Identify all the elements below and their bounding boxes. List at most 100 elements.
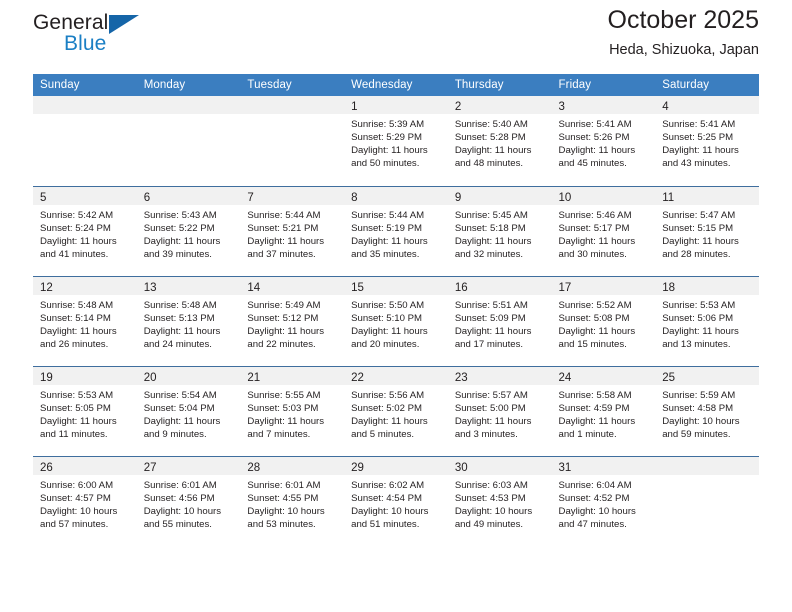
day-detail-block: Sunrise: 5:53 AM Sunset: 5:06 PM Daylight:… xyxy=(655,295,759,351)
calendar-day-cell[interactable]: 23 Sunrise: 5:57 AM Sunset: 5:00 PM Dayligh… xyxy=(447,365,552,456)
sunset-time: Sunset: 5:28 PM xyxy=(454,132,526,144)
day-detail-block: Sunrise: 5:52 AM Sunset: 5:08 PM Daylight:… xyxy=(552,295,656,351)
day-number-strip: 2 xyxy=(447,96,552,114)
day-number: 31 xyxy=(558,461,572,474)
day-number: 2 xyxy=(454,101,462,113)
daylight-duration-line2: and 53 minutes. xyxy=(247,518,316,530)
sunrise-time: Sunrise: 5:53 AM xyxy=(662,299,736,311)
calendar-day-cell[interactable]: 19 Sunrise: 5:53 AM Sunset: 5:05 PM Dayligh… xyxy=(33,365,137,456)
daylight-duration-line1: Daylight: 10 hours xyxy=(143,505,222,517)
sunset-time: Sunset: 4:54 PM xyxy=(351,492,423,504)
day-number-strip: 23 xyxy=(447,366,552,385)
calendar-day-cell[interactable]: 15 Sunrise: 5:50 AM Sunset: 5:10 PM Dayligh… xyxy=(344,275,448,366)
sunset-time: Sunset: 5:05 PM xyxy=(40,402,111,414)
sunset-time: Sunset: 4:55 PM xyxy=(247,492,319,504)
calendar-day-cell[interactable]: 11 Sunrise: 5:47 AM Sunset: 5:15 PM Dayligh… xyxy=(655,185,759,276)
calendar-day-cell[interactable]: 3 Sunrise: 5:41 AM Sunset: 5:26 PM Daylight… xyxy=(551,96,656,186)
weekday-header-row-group: Sunday Monday Tuesday Wednesday Thursday… xyxy=(33,74,759,96)
calendar-day-cell[interactable]: 12 Sunrise: 5:48 AM Sunset: 5:14 PM Dayligh… xyxy=(33,275,137,366)
sunset-time: Sunset: 4:57 PM xyxy=(40,492,111,504)
day-number-strip xyxy=(240,96,345,114)
calendar-day-cell[interactable]: 9 Sunrise: 5:45 AM Sunset: 5:18 PM Daylight… xyxy=(447,185,552,276)
day-detail-block: Sunrise: 5:48 AM Sunset: 5:13 PM Daylight:… xyxy=(137,295,241,351)
sunrise-time: Sunrise: 5:52 AM xyxy=(558,299,632,311)
daylight-duration-line2: and 17 minutes. xyxy=(454,338,524,350)
weekday-header-friday: Friday xyxy=(551,74,656,96)
calendar-day-cell[interactable]: 1 Sunrise: 5:39 AM Sunset: 5:29 PM Daylight… xyxy=(344,96,448,186)
sunset-time: Sunset: 4:59 PM xyxy=(558,402,630,414)
day-number: 7 xyxy=(247,191,254,204)
calendar-day-cell[interactable]: 28 Sunrise: 6:01 AM Sunset: 4:55 PM Dayligh… xyxy=(240,455,345,546)
calendar-day-cell[interactable]: 10 Sunrise: 5:46 AM Sunset: 5:17 PM Dayligh… xyxy=(551,185,656,276)
daylight-duration-line2: and 11 minutes. xyxy=(40,428,108,440)
weekday-header-monday: Monday xyxy=(136,74,241,96)
weekday-header-thursday: Thursday xyxy=(447,74,552,96)
day-detail-block: Sunrise: 5:45 AM Sunset: 5:18 PM Daylight:… xyxy=(448,205,552,261)
day-number: 4 xyxy=(662,101,669,113)
calendar-day-cell[interactable]: 20 Sunrise: 5:54 AM Sunset: 5:04 PM Dayligh… xyxy=(136,365,241,456)
day-number: 19 xyxy=(40,371,53,384)
sunset-time: Sunset: 5:24 PM xyxy=(40,222,111,234)
daylight-duration-line2: and 39 minutes. xyxy=(143,248,212,260)
day-number: 28 xyxy=(247,461,261,474)
calendar-day-cell[interactable]: 22 Sunrise: 5:56 AM Sunset: 5:02 PM Dayligh… xyxy=(344,365,448,456)
day-number-strip: 21 xyxy=(240,366,345,385)
day-detail-block: Sunrise: 5:43 AM Sunset: 5:22 PM Daylight:… xyxy=(137,205,241,261)
calendar-day-cell[interactable]: 24 Sunrise: 5:58 AM Sunset: 4:59 PM Dayligh… xyxy=(551,365,656,456)
calendar-day-cell[interactable]: 29 Sunrise: 6:02 AM Sunset: 4:54 PM Dayligh… xyxy=(344,455,448,546)
sunset-time: Sunset: 5:03 PM xyxy=(247,402,319,414)
calendar-day-cell[interactable]: 16 Sunrise: 5:51 AM Sunset: 5:09 PM Dayligh… xyxy=(447,275,552,366)
calendar-week-row: 19 Sunrise: 5:53 AM Sunset: 5:05 PM Dayligh… xyxy=(33,365,759,456)
day-number-strip: 14 xyxy=(240,276,345,295)
daylight-duration-line2: and 37 minutes. xyxy=(247,248,316,260)
calendar-day-cell[interactable]: 7 Sunrise: 5:44 AM Sunset: 5:21 PM Daylight… xyxy=(240,185,345,276)
sunrise-time: Sunrise: 6:04 AM xyxy=(558,479,632,491)
calendar-day-cell[interactable]: 21 Sunrise: 5:55 AM Sunset: 5:03 PM Dayligh… xyxy=(240,365,345,456)
daylight-duration-line2: and 13 minutes. xyxy=(662,338,731,350)
sunrise-time: Sunrise: 5:40 AM xyxy=(454,119,528,130)
calendar-day-cell[interactable]: 14 Sunrise: 5:49 AM Sunset: 5:12 PM Dayligh… xyxy=(240,275,345,366)
calendar-day-cell[interactable]: 18 Sunrise: 5:53 AM Sunset: 5:06 PM Dayligh… xyxy=(655,275,759,366)
calendar-day-cell[interactable]: 8 Sunrise: 5:44 AM Sunset: 5:19 PM Daylight… xyxy=(344,185,448,276)
day-number: 11 xyxy=(662,191,675,204)
day-detail-block xyxy=(33,114,137,118)
day-number-strip: 17 xyxy=(551,276,656,295)
day-detail-block: Sunrise: 5:49 AM Sunset: 5:12 PM Daylight:… xyxy=(240,295,344,351)
day-detail-block: Sunrise: 5:50 AM Sunset: 5:10 PM Daylight:… xyxy=(344,295,448,351)
day-detail-block: Sunrise: 5:44 AM Sunset: 5:21 PM Daylight:… xyxy=(240,205,344,261)
day-detail-block: Sunrise: 5:47 AM Sunset: 5:15 PM Daylight:… xyxy=(655,205,759,261)
calendar-day-cell[interactable]: 5 Sunrise: 5:42 AM Sunset: 5:24 PM Daylight… xyxy=(33,185,137,276)
day-detail-block: Sunrise: 6:04 AM Sunset: 4:52 PM Daylight:… xyxy=(552,475,656,531)
daylight-duration-line2: and 22 minutes. xyxy=(247,338,316,350)
calendar-day-cell[interactable]: 2 Sunrise: 5:40 AM Sunset: 5:28 PM Daylight… xyxy=(447,96,552,186)
daylight-duration-line1: Daylight: 10 hours xyxy=(351,505,429,517)
calendar-day-cell[interactable]: 4 Sunrise: 5:41 AM Sunset: 5:25 PM Daylight… xyxy=(655,96,759,186)
day-detail-block: Sunrise: 5:55 AM Sunset: 5:03 PM Daylight:… xyxy=(240,385,344,441)
day-detail-block: Sunrise: 5:41 AM Sunset: 5:26 PM Daylight:… xyxy=(552,114,656,170)
sunrise-time: Sunrise: 5:51 AM xyxy=(454,299,528,311)
day-number-strip: 11 xyxy=(655,186,759,205)
daylight-duration-line2: and 7 minutes. xyxy=(247,428,311,440)
daylight-duration-line1: Daylight: 11 hours xyxy=(558,325,636,337)
day-detail-block: Sunrise: 6:00 AM Sunset: 4:57 PM Daylight:… xyxy=(33,475,137,531)
day-number: 3 xyxy=(558,101,565,113)
calendar-day-cell[interactable]: 27 Sunrise: 6:01 AM Sunset: 4:56 PM Dayligh… xyxy=(136,455,241,546)
calendar-day-cell[interactable]: 26 Sunrise: 6:00 AM Sunset: 4:57 PM Dayligh… xyxy=(33,455,137,546)
calendar-day-cell[interactable]: 17 Sunrise: 5:52 AM Sunset: 5:08 PM Dayligh… xyxy=(551,275,656,366)
calendar-day-cell[interactable]: 31 Sunrise: 6:04 AM Sunset: 4:52 PM Dayligh… xyxy=(551,455,656,546)
day-number-strip: 25 xyxy=(655,366,759,385)
general-blue-logo[interactable]: General Blue xyxy=(33,12,213,60)
daylight-duration-line2: and 28 minutes. xyxy=(662,248,731,260)
calendar-week-row: 1 Sunrise: 5:39 AM Sunset: 5:29 PM Daylight… xyxy=(33,96,759,186)
day-number-strip: 10 xyxy=(551,186,656,205)
calendar-day-cell[interactable]: 13 Sunrise: 5:48 AM Sunset: 5:13 PM Dayligh… xyxy=(136,275,241,366)
day-detail-block: Sunrise: 5:39 AM Sunset: 5:29 PM Daylight:… xyxy=(344,114,448,170)
calendar-day-cell[interactable]: 6 Sunrise: 5:43 AM Sunset: 5:22 PM Daylight… xyxy=(136,185,241,276)
calendar-day-cell[interactable]: 30 Sunrise: 6:03 AM Sunset: 4:53 PM Dayligh… xyxy=(447,455,552,546)
sunrise-time: Sunrise: 6:01 AM xyxy=(143,479,217,491)
sunset-time: Sunset: 5:09 PM xyxy=(454,312,526,324)
calendar-day-cell[interactable]: 25 Sunrise: 5:59 AM Sunset: 4:58 PM Dayligh… xyxy=(655,365,759,456)
daylight-duration-line1: Daylight: 11 hours xyxy=(247,415,325,427)
daylight-duration-line1: Daylight: 11 hours xyxy=(351,415,428,427)
daylight-duration-line2: and 59 minutes. xyxy=(662,428,731,440)
